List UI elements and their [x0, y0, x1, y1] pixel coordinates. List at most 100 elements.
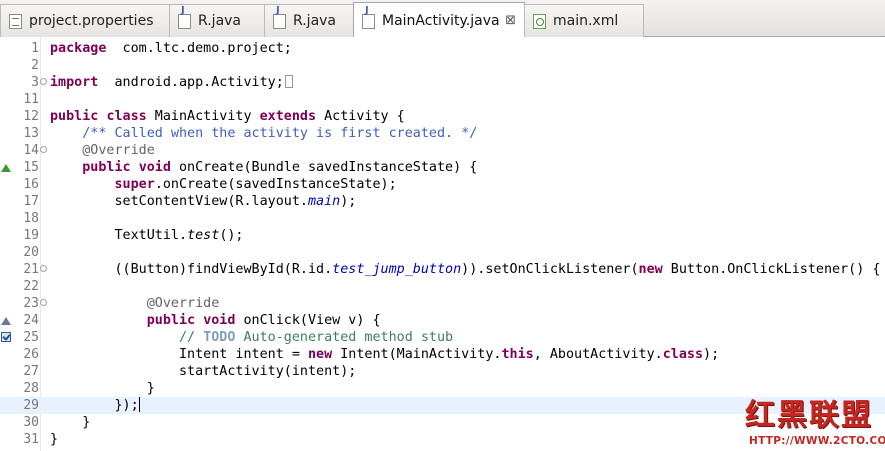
- code-line[interactable]: 19 TextUtil.test();: [0, 227, 885, 244]
- code-text: package com.ltc.demo.project;: [50, 40, 292, 57]
- code-line[interactable]: 14 @Override: [0, 142, 885, 159]
- watermark-logo: 红黑联盟: [745, 398, 873, 433]
- code-token: import: [50, 75, 99, 90]
- code-line[interactable]: 12 public class MainActivity extends Acti…: [0, 108, 885, 125]
- line-number: 31: [23, 432, 39, 447]
- code-token: MainActivity: [146, 109, 260, 124]
- code-token: )).setOnClickListener(: [461, 262, 639, 277]
- java-file-icon: [178, 5, 191, 29]
- line-number: 1: [31, 41, 39, 56]
- code-token: Activity {: [316, 109, 405, 124]
- line-number: 23: [23, 296, 39, 311]
- line-number: 29: [23, 398, 39, 413]
- collapse-fold-icon[interactable]: [40, 299, 47, 306]
- line-number: 26: [23, 347, 39, 362]
- code-token: @Override: [82, 143, 155, 158]
- line-number: 21: [23, 262, 39, 277]
- code-text: }: [50, 380, 155, 397]
- folded-imports-box[interactable]: [284, 75, 293, 88]
- tab-r-java-2[interactable]: R.java: [264, 4, 354, 37]
- code-token: TODO: [203, 330, 236, 345]
- line-number: 11: [23, 92, 39, 107]
- properties-file-icon: [9, 14, 22, 29]
- code-token: }: [50, 381, 155, 396]
- code-token: );: [340, 194, 357, 209]
- code-token: Intent intent =: [50, 347, 308, 362]
- code-token: Intent(MainActivity.: [332, 347, 502, 362]
- code-text: startActivity(intent);: [50, 363, 356, 380]
- code-line[interactable]: 13 /** Called when the activity is first…: [0, 125, 885, 142]
- code-line[interactable]: 24 public void onClick(View v) {: [0, 312, 885, 329]
- tab-label: project.properties: [29, 13, 154, 29]
- code-line[interactable]: 2: [0, 57, 885, 74]
- close-tab-icon[interactable]: ⊠: [505, 3, 516, 39]
- code-line[interactable]: 18: [0, 210, 885, 227]
- watermark-url: HTTP://WWW.2CTO.COM: [749, 435, 885, 447]
- line-number: 18: [23, 211, 39, 226]
- code-token: /** Called when the activity is first cr…: [82, 126, 478, 141]
- code-token: , AboutActivity.: [533, 347, 663, 362]
- code-line[interactable]: 20: [0, 244, 885, 261]
- code-text: /** Called when the activity is first cr…: [50, 125, 477, 142]
- tab-main-xml[interactable]: main.xml: [524, 4, 644, 37]
- code-token: package: [50, 41, 107, 56]
- java-file-icon: [273, 5, 286, 29]
- editor-tab-bar: project.properties R.java R.java MainAct…: [0, 0, 885, 38]
- code-line[interactable]: 22: [0, 278, 885, 295]
- tab-label: R.java: [198, 13, 242, 29]
- code-token: android.app.Activity;: [98, 75, 284, 90]
- tab-r-java-1[interactable]: R.java: [169, 4, 265, 37]
- code-token: public: [50, 109, 99, 124]
- code-token: setContentView(R.layout.: [50, 194, 308, 209]
- code-line[interactable]: 3 import android.app.Activity;: [0, 74, 885, 91]
- code-token: public: [146, 313, 196, 328]
- expand-fold-icon[interactable]: [40, 78, 47, 85]
- tab-label: R.java: [293, 13, 337, 29]
- line-number: 25: [23, 330, 39, 345]
- code-text: TextUtil.test();: [50, 227, 243, 244]
- line-number: 24: [23, 313, 39, 328]
- tab-project-properties[interactable]: project.properties: [0, 4, 170, 37]
- code-token: startActivity(intent);: [50, 364, 357, 379]
- tab-main-activity-java[interactable]: MainActivity.java ⊠: [353, 2, 525, 38]
- code-token: main: [307, 194, 341, 209]
- code-token: TextUtil.: [50, 228, 188, 243]
- collapse-fold-icon[interactable]: [40, 146, 47, 153]
- code-token: this: [501, 347, 534, 362]
- code-editor[interactable]: 1 package com.ltc.demo.project; 2 3 import a…: [0, 37, 885, 451]
- code-text: }: [50, 414, 90, 431]
- code-line[interactable]: 23 @Override: [0, 295, 885, 312]
- line-number: 15: [23, 160, 39, 175]
- code-text: super.onCreate(savedInstanceState);: [50, 176, 397, 193]
- code-token: class: [662, 347, 704, 362]
- code-token: void: [203, 313, 236, 328]
- code-line[interactable]: 26 Intent intent = new Intent(MainActivi…: [0, 346, 885, 363]
- code-text: public void onCreate(Bundle savedInstanc…: [50, 159, 477, 176]
- code-token: new: [638, 262, 663, 277]
- code-line[interactable]: 1 package com.ltc.demo.project;: [0, 40, 885, 57]
- line-number: 3: [31, 75, 39, 90]
- code-line[interactable]: 25 // TODO Auto-generated method stub: [0, 329, 885, 346]
- line-number: 27: [23, 364, 39, 379]
- code-line[interactable]: 21 ((Button)findViewById(R.id.test_jump_…: [0, 261, 885, 278]
- code-line[interactable]: 16 super.onCreate(savedInstanceState);: [0, 176, 885, 193]
- code-line[interactable]: 17 setContentView(R.layout.main);: [0, 193, 885, 210]
- code-line[interactable]: 11: [0, 91, 885, 108]
- code-line[interactable]: 27 startActivity(intent);: [0, 363, 885, 380]
- code-token: //: [179, 330, 204, 345]
- code-token: .onCreate(savedInstanceState);: [154, 177, 397, 192]
- line-number: 2: [31, 58, 39, 73]
- java-file-icon: [362, 5, 375, 29]
- collapse-fold-icon[interactable]: [40, 265, 47, 272]
- code-token: @Override: [146, 296, 220, 311]
- code-token: class: [106, 109, 147, 124]
- code-text: // TODO Auto-generated method stub: [50, 329, 453, 346]
- line-number: 20: [23, 245, 39, 260]
- code-text: });: [50, 397, 140, 414]
- code-line[interactable]: 15 public void onCreate(Bundle savedInst…: [0, 159, 885, 176]
